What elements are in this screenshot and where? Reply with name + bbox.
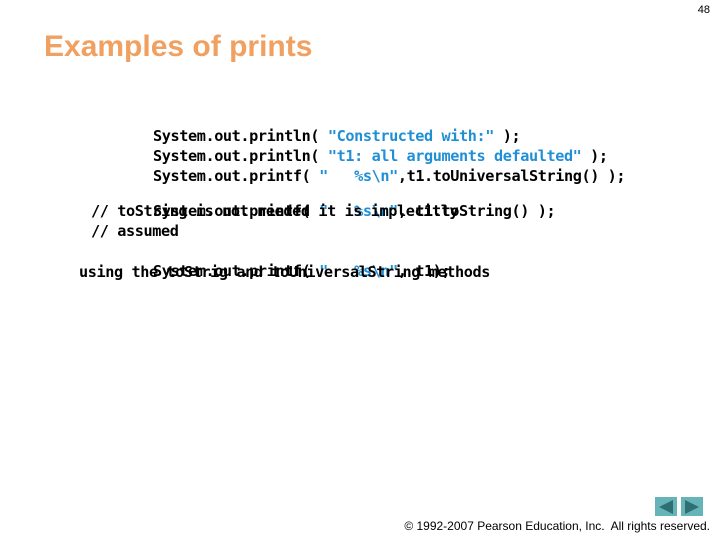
previous-slide-button[interactable] xyxy=(655,497,677,516)
copyright-notice: © 1992-2007 Pearson Education, Inc. All … xyxy=(404,519,710,533)
next-slide-button[interactable] xyxy=(681,497,703,516)
code-block: System.out.println( "Constructed with:" … xyxy=(0,0,720,540)
code-comment: // toString is not needed it is implecit… xyxy=(91,202,459,220)
code-comment: // assumed xyxy=(91,222,179,240)
triangle-right-icon xyxy=(685,499,699,514)
triangle-left-icon xyxy=(659,499,673,514)
code-note: using the toStrig and toUniversalString … xyxy=(79,263,490,281)
slide-navigation xyxy=(655,497,703,516)
